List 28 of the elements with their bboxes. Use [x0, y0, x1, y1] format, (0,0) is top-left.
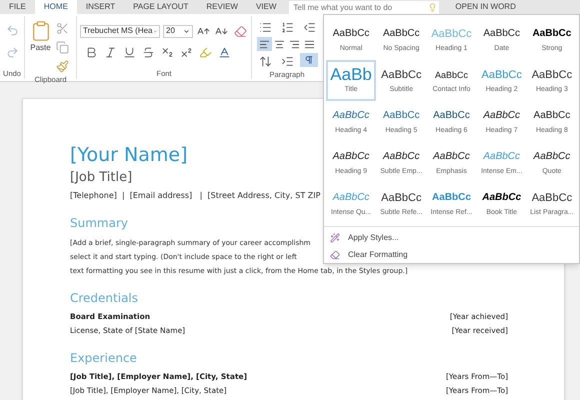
gallery-action[interactable]: Apply Styles... — [330, 231, 573, 245]
ribbon-tab[interactable]: FILE — [0, 0, 35, 14]
section-heading: Experience — [70, 350, 137, 367]
paste-button[interactable]: Paste — [30, 20, 52, 74]
eraser-icon — [330, 250, 340, 260]
ribbon-tab[interactable]: VIEW — [246, 0, 286, 14]
align-button[interactable] — [257, 37, 272, 51]
open-in-word-button[interactable]: OPEN IN WORD — [439, 0, 532, 14]
ribbon-tab[interactable]: HOME — [34, 0, 77, 14]
search-field[interactable]: Tell me what you want to do — [289, 1, 440, 14]
gallery-action[interactable]: Clear Formatting — [330, 248, 573, 262]
font-name-field[interactable]: Trebuchet MS (Hea — [80, 24, 160, 38]
font-size-field[interactable]: 20 — [163, 24, 193, 38]
contact-line: [Telephone] | [Email address] | [Street Address, City, ST ZIP — [70, 190, 320, 202]
wand-icon — [330, 233, 340, 243]
ribbon-tab[interactable]: REVIEW — [197, 0, 247, 14]
resume-job-title: [Job Title] — [70, 169, 132, 187]
dropdown-caret-icon — [152, 28, 157, 34]
section-heading: Credentials — [70, 290, 138, 307]
ltr-button[interactable] — [300, 53, 318, 67]
dropdown-caret-icon — [182, 28, 190, 34]
eraser-icon[interactable] — [232, 23, 248, 39]
section-heading: Summary — [70, 215, 128, 232]
ribbon-tab[interactable]: PAGE LAYOUT — [124, 0, 198, 14]
ribbon-tab[interactable]: INSERT — [76, 0, 124, 14]
resume-name: [Your Name] — [70, 143, 188, 167]
pilcrow-icon — [304, 55, 314, 65]
lightbulb-icon — [428, 3, 438, 12]
